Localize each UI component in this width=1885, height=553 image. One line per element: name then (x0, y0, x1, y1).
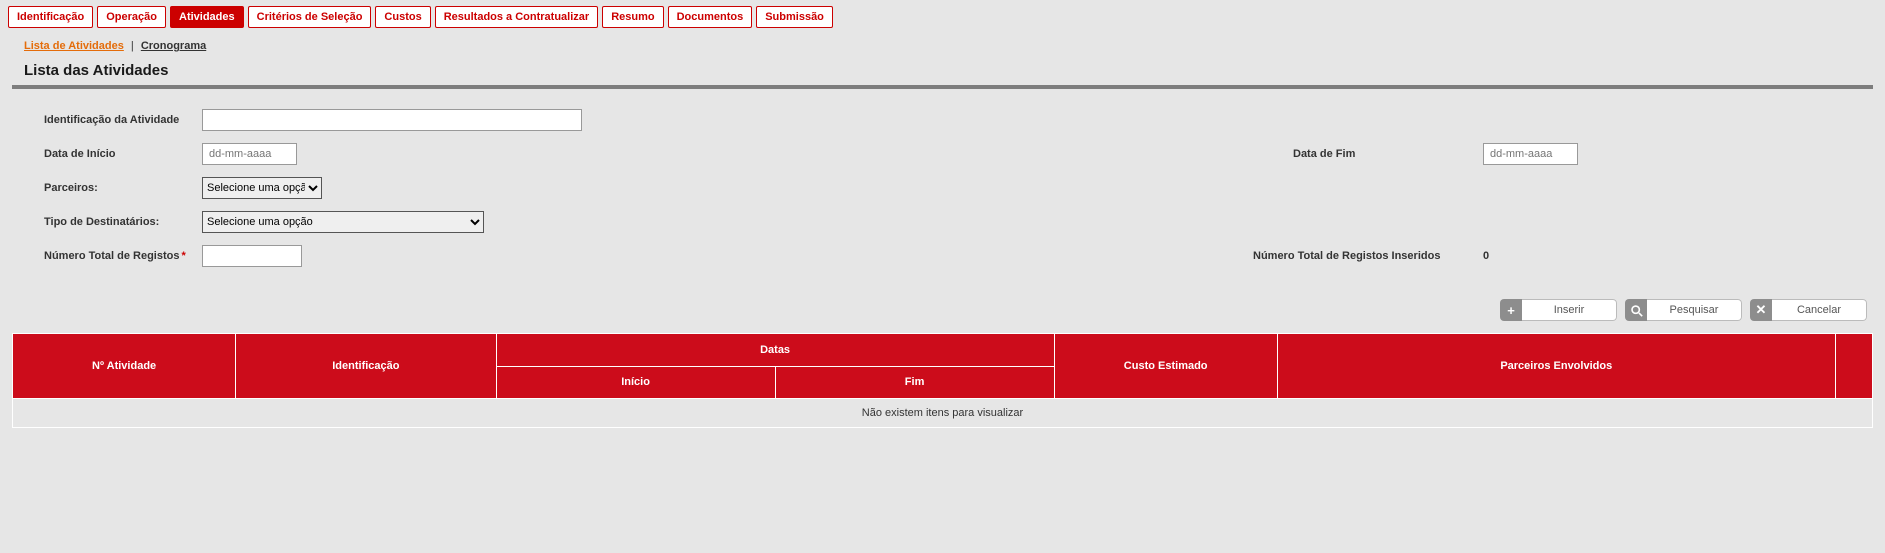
th-parceiros-envolvidos: Parceiros Envolvidos (1277, 334, 1835, 399)
label-parceiros: Parceiros: (12, 182, 202, 194)
close-icon: ✕ (1750, 299, 1772, 321)
atividades-table: Nº Atividade Identificação Datas Custo E… (12, 333, 1873, 428)
input-data-inicio[interactable] (202, 143, 297, 165)
tab-documentos[interactable]: Documentos (668, 6, 753, 28)
label-data-fim: Data de Fim (1293, 148, 1483, 160)
pesquisar-button[interactable]: Pesquisar (1625, 299, 1742, 321)
cancelar-button[interactable]: ✕ Cancelar (1750, 299, 1867, 321)
label-num-registos-inseridos: Número Total de Registos Inseridos (1253, 250, 1483, 262)
tab-resumo[interactable]: Resumo (602, 6, 663, 28)
table-wrap: Nº Atividade Identificação Datas Custo E… (0, 333, 1885, 444)
tabs-bar: Identificação Operação Atividades Critér… (0, 0, 1885, 30)
subnav-lista[interactable]: Lista de Atividades (24, 40, 124, 52)
label-tipo-destinatarios: Tipo de Destinatários: (12, 216, 202, 228)
search-icon (1625, 299, 1647, 321)
value-num-registos-inseridos: 0 (1483, 250, 1663, 262)
tab-identificacao[interactable]: Identificação (8, 6, 93, 28)
subnav-separator: | (131, 40, 134, 52)
tab-criterios[interactable]: Critérios de Seleção (248, 6, 372, 28)
th-actions (1835, 334, 1872, 399)
plus-icon: + (1500, 299, 1522, 321)
th-datas: Datas (496, 334, 1054, 367)
th-inicio: Início (496, 366, 775, 399)
input-num-total-registos[interactable] (202, 245, 302, 267)
label-ident-atividade: Identificação da Atividade (12, 114, 202, 126)
th-custo-estimado: Custo Estimado (1054, 334, 1277, 399)
th-num-atividade: Nº Atividade (13, 334, 236, 399)
tab-submissao[interactable]: Submissão (756, 6, 833, 28)
th-identificacao: Identificação (236, 334, 496, 399)
subnav: Lista de Atividades | Cronograma (0, 30, 1885, 58)
tab-atividades[interactable]: Atividades (170, 6, 244, 28)
section-divider (12, 85, 1873, 89)
subnav-cronograma[interactable]: Cronograma (141, 40, 206, 52)
input-data-fim[interactable] (1483, 143, 1578, 165)
required-asterisk: * (181, 250, 185, 262)
section-title: Lista das Atividades (0, 58, 1885, 85)
label-data-inicio: Data de Início (12, 148, 202, 160)
actions-bar: + Inserir Pesquisar ✕ Cancelar (0, 281, 1885, 333)
tab-resultados[interactable]: Resultados a Contratualizar (435, 6, 598, 28)
th-fim: Fim (775, 366, 1054, 399)
label-num-total-registos: Número Total de Registos* (12, 250, 202, 262)
inserir-button[interactable]: + Inserir (1500, 299, 1617, 321)
table-empty-message: Não existem itens para visualizar (13, 399, 1873, 428)
tab-operacao[interactable]: Operação (97, 6, 166, 28)
tab-custos[interactable]: Custos (375, 6, 430, 28)
select-tipo-destinatarios[interactable]: Selecione uma opção (202, 211, 484, 233)
select-parceiros[interactable]: Selecione uma opção (202, 177, 322, 199)
input-ident-atividade[interactable] (202, 109, 582, 131)
form-panel: Identificação da Atividade Data de Iníci… (0, 99, 1885, 281)
